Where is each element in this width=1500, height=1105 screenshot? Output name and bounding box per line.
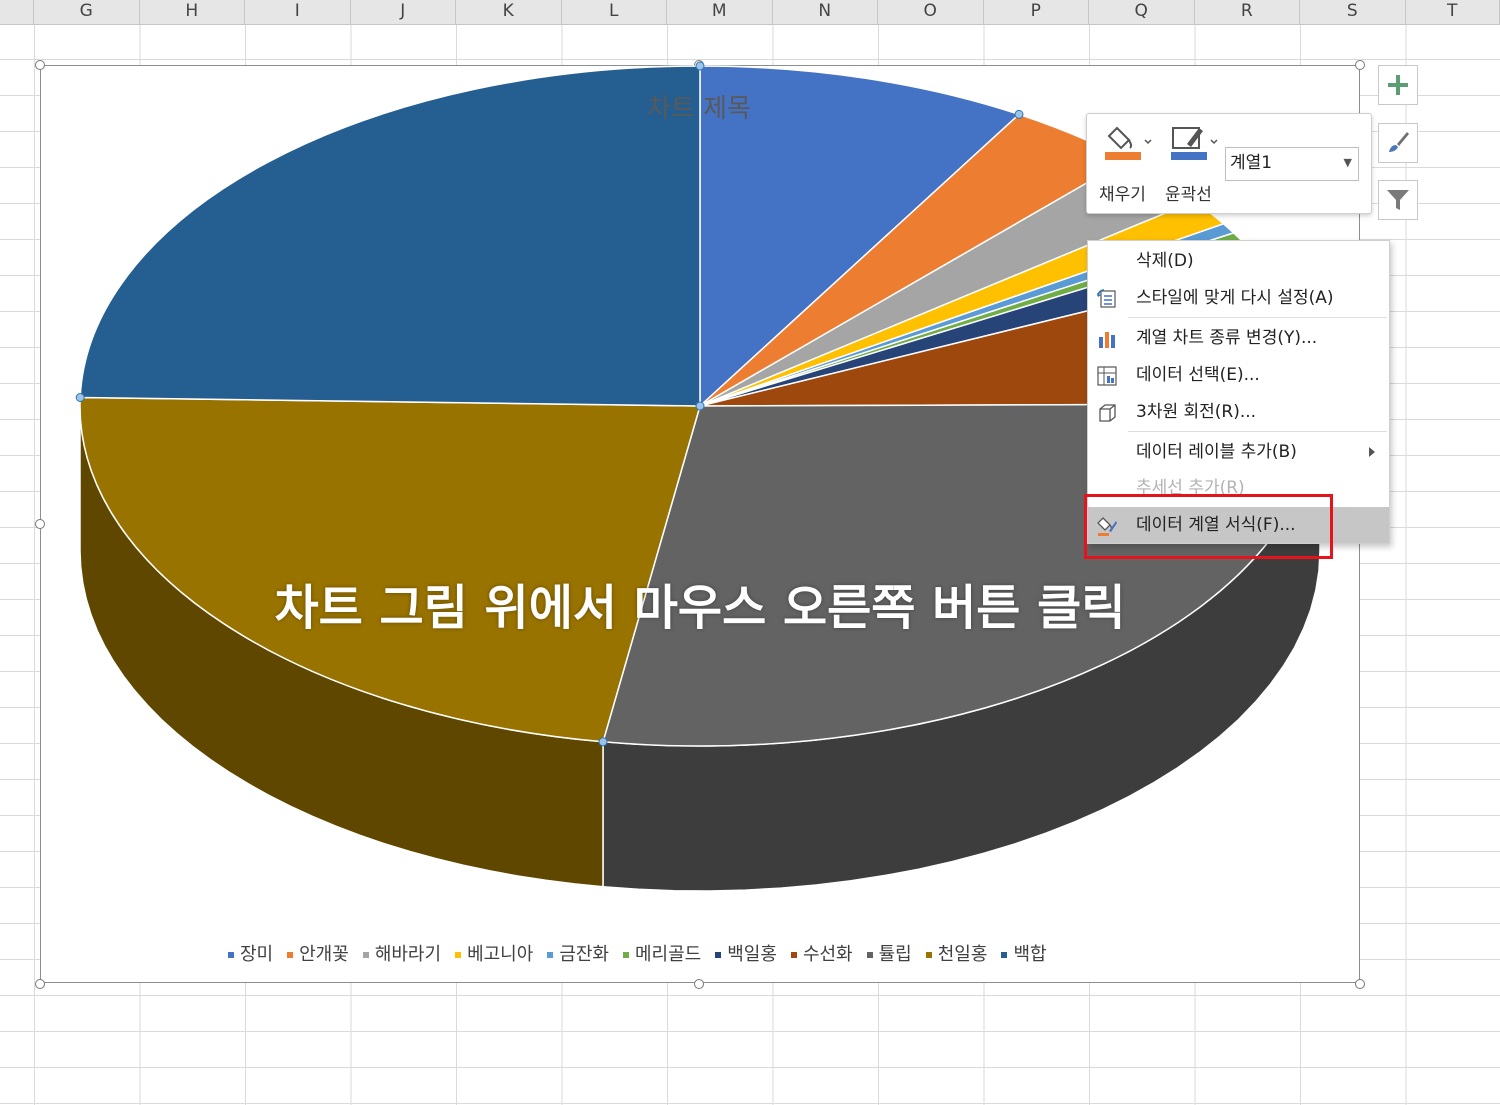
legend-label: 메리골드 bbox=[635, 944, 702, 965]
chevron-down-icon: ▼ bbox=[1343, 156, 1352, 169]
legend-item[interactable]: 장미 bbox=[228, 940, 273, 966]
pen-outline-icon bbox=[1171, 127, 1218, 160]
menu-item-change-chart-type[interactable]: 계열 차트 종류 변경(Y)... bbox=[1088, 320, 1389, 356]
legend-item[interactable]: 안개꽃 bbox=[287, 940, 349, 966]
legend-swatch bbox=[287, 952, 294, 958]
legend-item[interactable]: 해바라기 bbox=[362, 940, 442, 966]
series-selection-point[interactable] bbox=[695, 401, 705, 411]
outline-label: 윤곽선 bbox=[1165, 185, 1212, 205]
series-selection-point[interactable] bbox=[598, 737, 608, 747]
chart-styles-button[interactable] bbox=[1378, 123, 1418, 163]
menu-separator bbox=[1128, 317, 1387, 318]
series-selection-point[interactable] bbox=[75, 393, 85, 402]
fill-label: 채우기 bbox=[1099, 185, 1146, 205]
legend-label: 천일홍 bbox=[937, 944, 988, 965]
legend-label: 안개꽃 bbox=[299, 944, 349, 965]
menu-item-label: 스타일에 맞게 다시 설정(A) bbox=[1136, 288, 1334, 308]
legend-item[interactable]: 수선화 bbox=[790, 940, 853, 966]
legend-swatch bbox=[715, 952, 722, 958]
legend-item[interactable]: 메리골드 bbox=[623, 940, 701, 966]
menu-item-delete[interactable]: 삭제(D) bbox=[1088, 243, 1389, 279]
menu-item-label: 데이터 선택(E)... bbox=[1136, 365, 1260, 385]
legend-label: 백합 bbox=[1013, 944, 1047, 965]
rotate-3d-icon bbox=[1099, 404, 1116, 422]
series-select-value: 계열1 bbox=[1230, 153, 1273, 173]
chart-filters-button[interactable] bbox=[1378, 180, 1418, 220]
legend-label: 금잔화 bbox=[559, 944, 609, 965]
menu-item-label: 삭제(D) bbox=[1136, 251, 1194, 271]
legend-label: 수선화 bbox=[802, 944, 853, 965]
overlay-caption: 차트 그림 위에서 마우스 오른쪽 버튼 클릭 bbox=[274, 580, 1126, 636]
brush-icon bbox=[1389, 132, 1409, 152]
legend-swatch bbox=[362, 952, 369, 958]
legend-item[interactable]: 천일홍 bbox=[925, 940, 988, 966]
menu-item-3d-rotation[interactable]: 3차원 회전(R)... bbox=[1088, 394, 1389, 430]
menu-separator bbox=[1128, 431, 1387, 432]
menu-item-add-data-labels[interactable]: 데이터 레이블 추가(B) bbox=[1088, 434, 1389, 470]
submenu-arrow-icon bbox=[1369, 447, 1375, 457]
paint-bucket-icon bbox=[1105, 126, 1152, 160]
menu-item-label: 3차원 회전(R)... bbox=[1136, 402, 1257, 422]
legend-item[interactable]: 백일홍 bbox=[715, 940, 777, 966]
legend-label: 백일홍 bbox=[727, 944, 777, 965]
select-data-icon bbox=[1097, 366, 1117, 386]
menu-item-label: 계열 차트 종류 변경(Y)... bbox=[1136, 328, 1318, 348]
fill-button[interactable]: 채우기 bbox=[1097, 122, 1155, 206]
legend-item[interactable]: 베고니아 bbox=[455, 940, 533, 966]
legend-label: 베고니아 bbox=[467, 944, 534, 965]
legend-swatch bbox=[790, 952, 797, 958]
legend-label: 장미 bbox=[240, 944, 274, 965]
legend-swatch bbox=[547, 952, 554, 958]
legend-swatch bbox=[228, 952, 234, 958]
mini-toolbar: 채우기 윤곽선 계열1 ▼ bbox=[1086, 113, 1372, 214]
menu-item-label: 데이터 레이블 추가(B) bbox=[1136, 442, 1297, 462]
reset-style-icon bbox=[1097, 289, 1116, 308]
chart-type-icon bbox=[1099, 332, 1115, 348]
legend-swatch bbox=[925, 952, 932, 958]
legend-item[interactable]: 금잔화 bbox=[547, 940, 609, 966]
filter-icon bbox=[1387, 190, 1409, 210]
legend-swatch bbox=[623, 952, 629, 958]
series-selection-point[interactable] bbox=[695, 61, 705, 71]
legend-label: 튤립 bbox=[878, 944, 912, 965]
menu-item-select-data[interactable]: 데이터 선택(E)... bbox=[1088, 357, 1389, 393]
legend-item[interactable]: 튤립 bbox=[866, 940, 912, 966]
legend-item[interactable]: 백합 bbox=[1001, 940, 1047, 966]
legend-label: 해바라기 bbox=[374, 944, 442, 965]
series-select[interactable]: 계열1 ▼ bbox=[1225, 147, 1359, 181]
legend-swatch bbox=[1001, 952, 1008, 958]
outline-button[interactable]: 윤곽선 bbox=[1163, 122, 1221, 206]
chart-legend[interactable]: 장미 안개꽃 해바라기 베고니아 금잔화 메리골드 백일홍 수선화 튤립 천일홍 백합 bbox=[228, 940, 1188, 966]
plus-icon bbox=[1388, 75, 1408, 95]
legend-swatch bbox=[455, 952, 462, 958]
legend-swatch bbox=[866, 952, 873, 958]
menu-item-reset-style[interactable]: 스타일에 맞게 다시 설정(A) bbox=[1088, 280, 1389, 316]
chart-elements-button[interactable] bbox=[1378, 65, 1418, 105]
highlight-box bbox=[1084, 494, 1333, 559]
